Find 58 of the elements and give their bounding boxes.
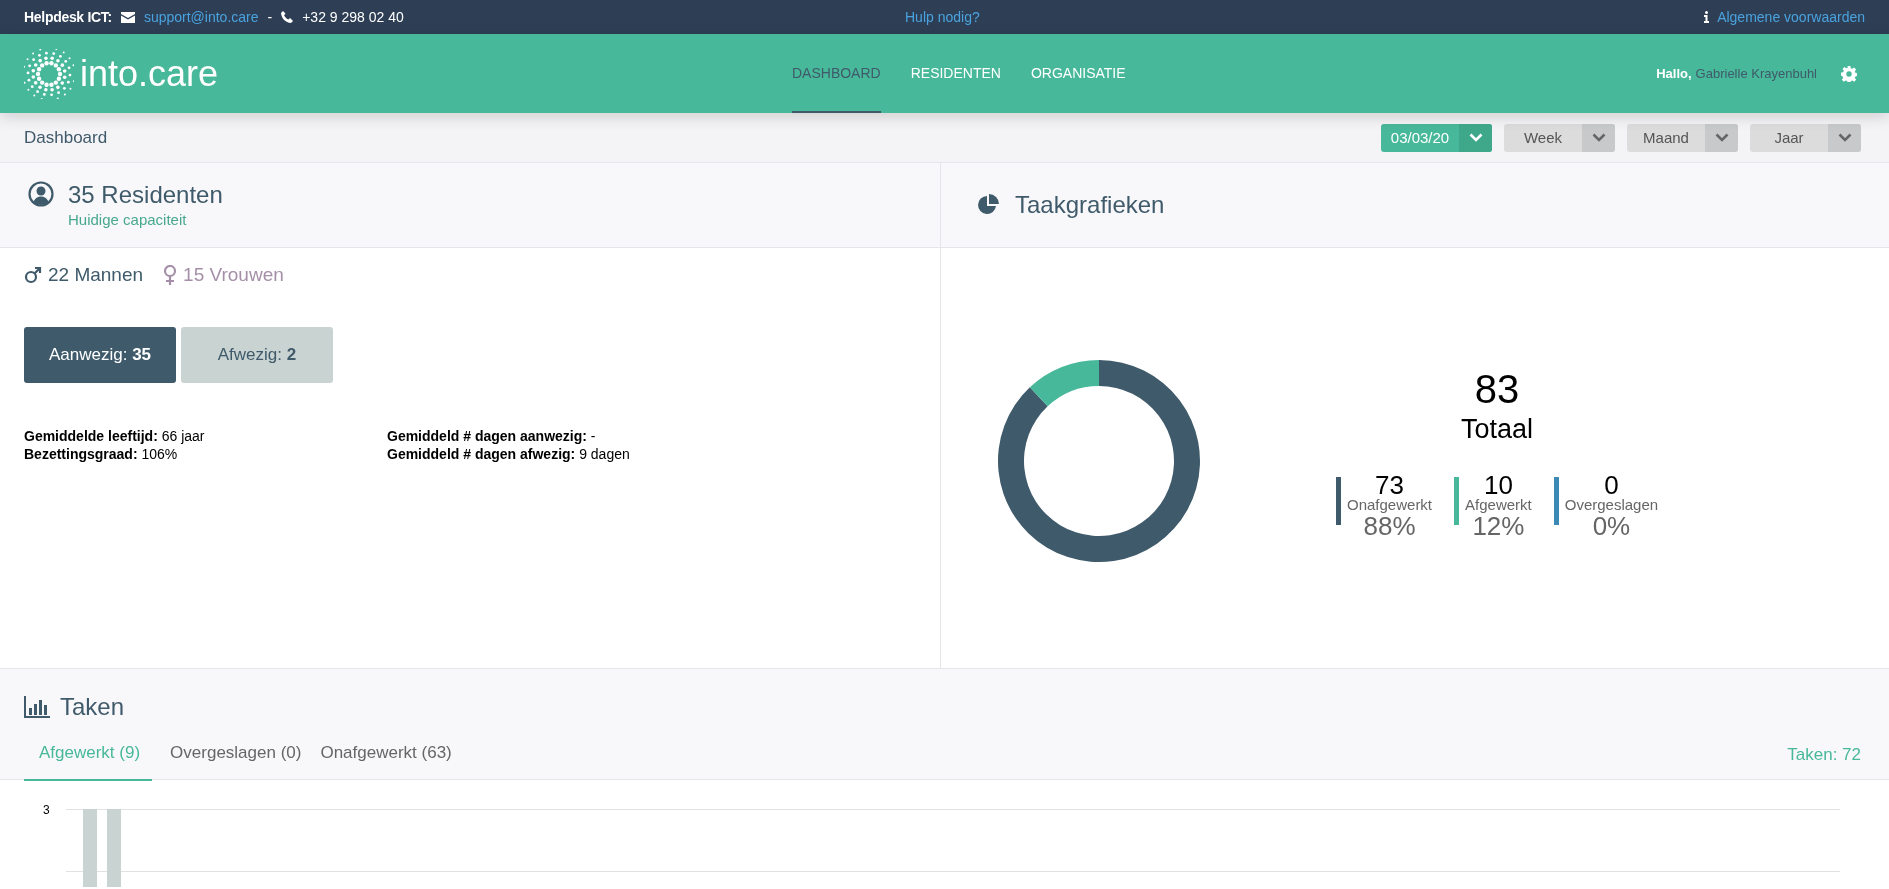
chevron-down-icon <box>1837 133 1852 142</box>
legend-label: Onafgewerkt <box>1347 497 1433 513</box>
period-dropdown[interactable]: Week <box>1504 123 1615 152</box>
bar-chart-icon <box>24 696 50 718</box>
terms-link[interactable]: Algemene voorwaarden <box>1717 9 1865 25</box>
period-dropdown[interactable]: Jaar <box>1750 123 1861 152</box>
stat-text: Gemiddelde leeftijd: 66 jaar <box>24 427 206 445</box>
stat-text: Gemiddeld # dagen aanwezig: - <box>387 427 597 445</box>
legend-percent: 88% <box>1363 513 1416 539</box>
task-tab[interactable]: Overgeslagen (0) <box>155 743 303 781</box>
female-icon <box>163 265 178 285</box>
user-name: Gabrielle Krayenbuhl <box>1695 66 1817 81</box>
tasks-title: Taken <box>60 693 125 721</box>
period-dropdown[interactable]: 03/03/20 <box>1381 123 1492 152</box>
settings-icon[interactable] <box>1841 65 1857 82</box>
total-label: Totaal <box>1461 414 1534 445</box>
phone-icon <box>281 11 294 23</box>
axis-tick-label: 3 <box>43 803 50 817</box>
user-circle-icon <box>28 181 54 207</box>
legend-label: Overgeslagen <box>1564 497 1659 513</box>
chevron-down-icon <box>1468 133 1483 142</box>
task-charts-title: Taakgrafieken <box>1015 191 1165 219</box>
legend-percent: 12% <box>1472 513 1525 539</box>
phone-number: +32 9 298 02 40 <box>302 9 404 25</box>
pie-chart-icon <box>977 194 999 216</box>
residents-title: 35 Residenten <box>68 181 223 209</box>
logo-text: into.care <box>80 52 219 95</box>
capacity-subtitle: Huidige capaciteit <box>68 211 188 228</box>
legend-label: Afgewerkt <box>1465 497 1532 513</box>
stat-text: Gemiddeld # dagen afwezig: 9 dagen <box>387 445 631 463</box>
chevron-down-icon <box>1714 133 1729 142</box>
presence-button[interactable]: Afwezig: 2 <box>181 327 333 383</box>
legend-count: 0 <box>1604 473 1619 497</box>
nav-tab[interactable]: RESIDENTEN <box>910 34 1001 113</box>
legend-percent: 0% <box>1592 513 1631 539</box>
male-icon <box>24 266 42 284</box>
nav-tab[interactable]: ORGANISATIE <box>1030 34 1126 113</box>
task-tab[interactable]: Afgewerkt (9) <box>24 743 153 781</box>
separator-text: - <box>267 9 273 25</box>
envelope-icon <box>120 11 135 23</box>
chevron-down-icon <box>1591 133 1606 142</box>
greeting-text: Hallo, <box>1656 66 1692 81</box>
helpdesk-label: Helpdesk ICT: <box>24 9 112 25</box>
info-icon <box>1704 11 1710 23</box>
breadcrumb-title: Dashboard <box>24 127 108 148</box>
email-link[interactable]: support@into.care <box>143 9 259 25</box>
men-count: 22 Mannen <box>48 264 144 286</box>
task-tab[interactable]: Onafgewerkt (63) <box>305 743 453 781</box>
legend-count: 73 <box>1375 473 1404 497</box>
logo-icon <box>24 48 74 99</box>
legend-count: 10 <box>1483 473 1513 497</box>
presence-button[interactable]: Aanwezig: 35 <box>24 327 176 383</box>
stat-text: Bezettingsgraad: 106% <box>24 445 179 463</box>
help-link[interactable]: Hulp nodig? <box>905 9 980 25</box>
total-count: 83 <box>1474 367 1520 412</box>
women-count: 15 Vrouwen <box>183 264 284 286</box>
tasks-total: Taken: 72 <box>1787 744 1861 766</box>
period-dropdown[interactable]: Maand <box>1627 123 1738 152</box>
